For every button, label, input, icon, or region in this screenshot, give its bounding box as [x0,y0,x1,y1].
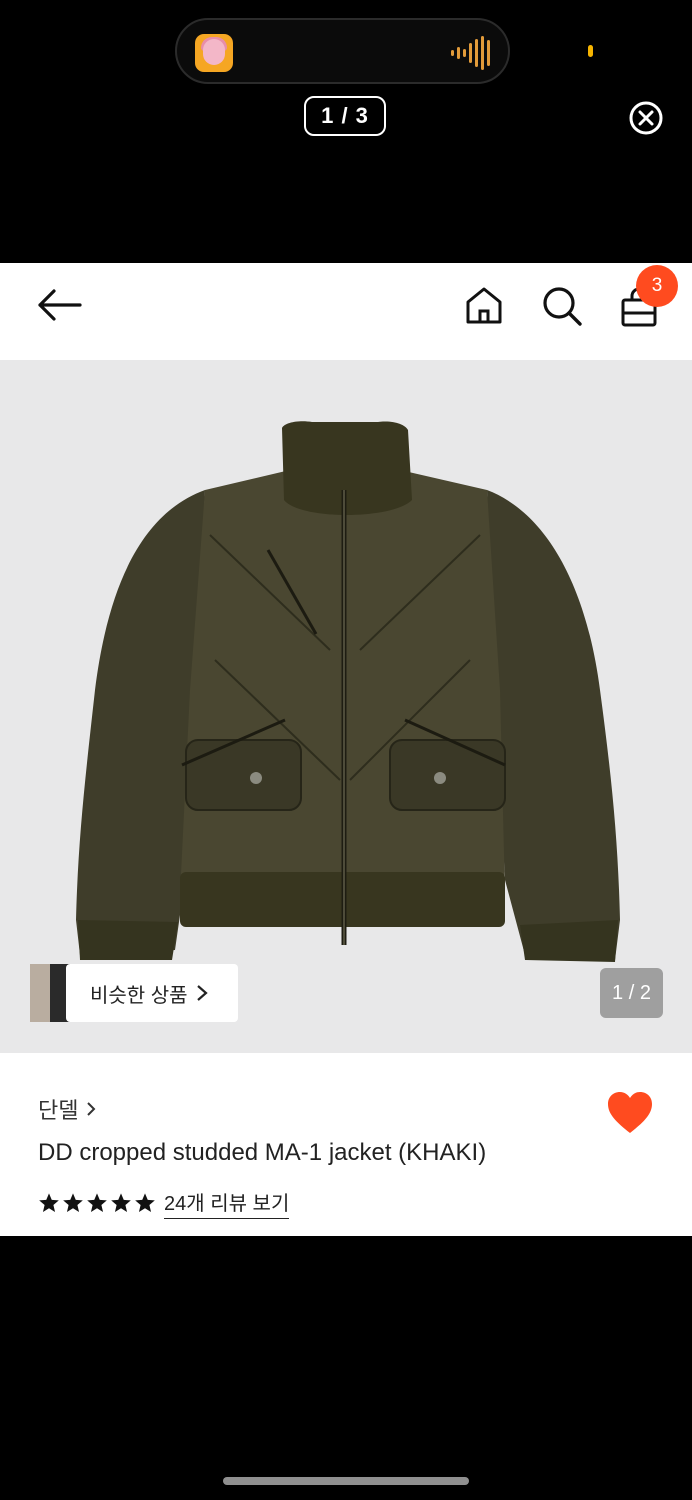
product-info: 단델 DD cropped studded MA-1 jacket (KHAKI… [0,1053,692,1236]
star-icon [39,1193,59,1212]
review-link[interactable]: 24개 리뷰 보기 [164,1187,290,1219]
star-rating [38,1192,156,1214]
chevron-right-icon [196,985,208,1001]
story-counter: 1 / 3 [304,96,386,136]
home-indicator[interactable] [223,1477,469,1485]
product-title: DD cropped studded MA-1 jacket (KHAKI) [38,1139,487,1166]
star-icon [87,1193,107,1212]
chevron-right-icon [87,1102,96,1116]
image-page-indicator: 1 / 2 [600,968,663,1018]
brand-link[interactable]: 단델 [38,1093,96,1125]
home-icon[interactable] [464,285,504,325]
audio-waveform-icon [451,36,490,70]
top-nav [0,263,692,360]
privacy-indicator [588,45,593,57]
search-icon[interactable] [541,285,583,327]
dynamic-island[interactable] [175,18,510,84]
close-icon[interactable] [628,100,664,136]
now-playing-artwork [195,34,233,72]
rating-row: 24개 리뷰 보기 [38,1187,290,1219]
product-image-gallery[interactable]: 비슷한 상품 1 / 2 [0,360,692,1053]
similar-products-button[interactable]: 비슷한 상품 [30,964,238,1022]
brand-name: 단델 [38,1098,79,1123]
cart-count-badge: 3 [636,265,678,307]
similar-products-label: 비슷한 상품 [90,984,188,1007]
product-photo-jacket [76,421,620,962]
star-icon [63,1193,83,1212]
back-arrow-icon[interactable] [36,289,82,321]
star-icon [111,1193,131,1212]
heart-icon[interactable] [606,1091,654,1135]
product-page: 비슷한 상품 1 / 2 단델 DD cropped studded MA-1 … [0,263,692,1236]
star-icon [135,1193,155,1212]
